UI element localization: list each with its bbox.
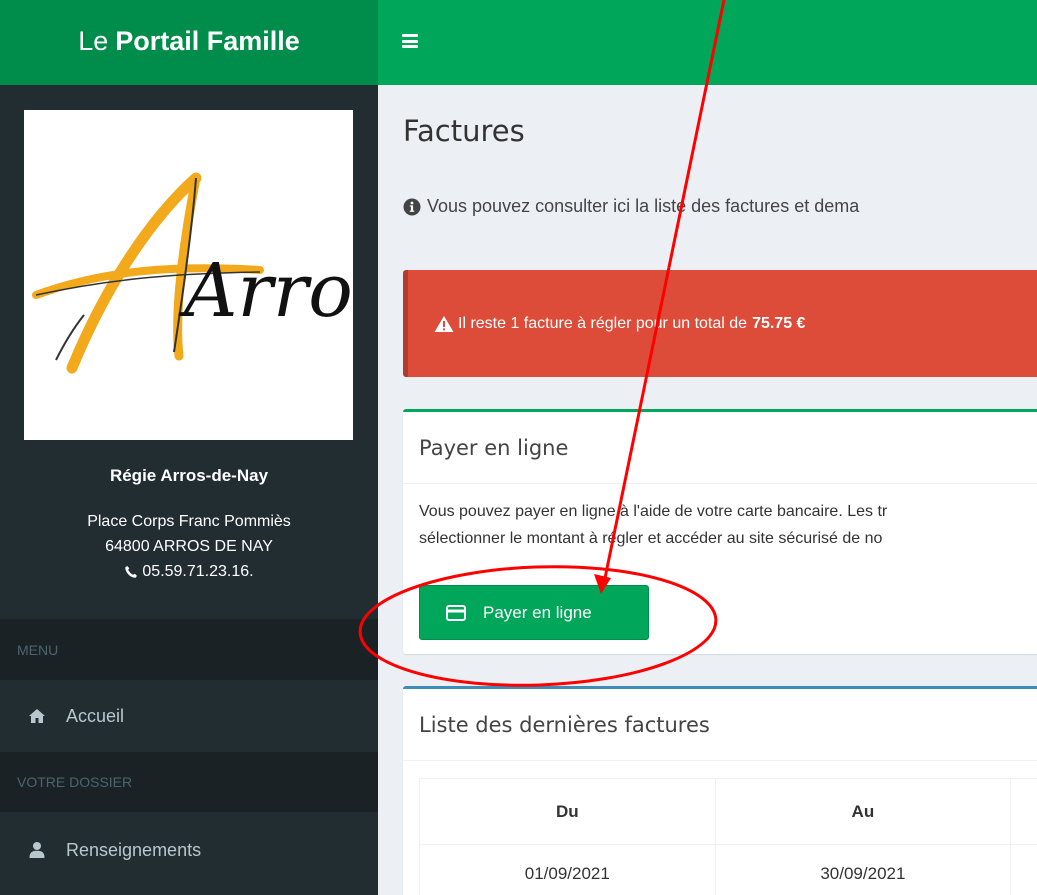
dossier-section-header: VOTRE DOSSIER [0,752,378,812]
phone-line: 05.59.71.23.16. [0,563,378,581]
sidebar-toggle-icon[interactable] [402,34,418,48]
warning-icon [434,315,454,332]
user-icon [28,841,46,859]
info-text: Vous pouvez consulter ici la liste des f… [427,196,860,216]
column-header-more [1010,778,1037,845]
sidebar-item-accueil[interactable]: Accueil [0,680,378,752]
alert-text: Il reste 1 facture à régler pour un tota… [458,314,748,332]
pay-online-button[interactable]: Payer en ligne [419,585,649,640]
info-message: Vous pouvez consulter ici la liste des f… [403,196,859,217]
invoices-list-box: Liste des dernières factures Du Au 01/09… [403,686,1037,895]
phone-number: 05.59.71.23.16. [142,563,254,580]
pay-online-box-title: Payer en ligne [403,412,1037,484]
column-header-du[interactable]: Du [419,778,716,845]
pay-online-button-label: Payer en ligne [483,602,592,622]
pay-online-line-1: Vous pouvez payer en ligne à l'aide de v… [419,503,888,520]
invoices-list-title: Liste des dernières factures [403,689,1037,761]
sidebar: Le Portail Famille Arros Régie Arros-de-… [0,0,378,895]
address-line-1: Place Corps Franc Pommiès [87,513,291,530]
main-content: Factures Vous pouvez consulter ici la li… [378,85,1037,895]
brand-prefix: Le [78,26,109,56]
alert-amount: 75.75 € [752,314,806,332]
sidebar-item-label: Accueil [66,705,125,726]
info-circle-icon [403,198,421,215]
brand-name: Portail Famille [115,26,300,56]
sidebar-item-renseignements[interactable]: Renseignements [0,812,378,888]
organization-logo: Arros [24,110,353,440]
sidebar-item-label: Renseignements [66,839,202,860]
pay-online-description: Vous pouvez payer en ligne à l'aide de v… [403,484,1037,552]
arros-logo-icon: Arros [32,172,353,374]
phone-icon [125,566,138,578]
cell-au: 30/09/2021 [714,844,1012,895]
page-title: Factures [403,114,525,148]
unpaid-invoice-alert: Il reste 1 facture à régler pour un tota… [403,270,1037,377]
logo-text: Arros [178,248,353,334]
address-line-2: 64800 ARROS DE NAY [105,538,273,555]
organization-name: Régie Arros-de-Nay [109,466,269,485]
credit-card-icon [446,604,466,621]
cell-du: 01/09/2021 [419,844,716,895]
table-row: 01/09/2021 30/09/2021 [419,844,1037,895]
pay-online-box: Payer en ligne Vous pouvez payer en lign… [403,409,1037,654]
invoices-table: Du Au 01/09/2021 30/09/2021 [419,778,1037,895]
top-navbar [378,0,1037,85]
pay-online-line-2: sélectionner le montant à régler et accé… [419,530,883,547]
home-icon [28,707,46,725]
column-header-au[interactable]: Au [714,778,1012,845]
menu-section-header: MENU [0,619,378,680]
brand-logo[interactable]: Le Portail Famille [0,0,378,85]
cell-more [1010,844,1037,895]
table-header-row: Du Au [419,778,1037,845]
